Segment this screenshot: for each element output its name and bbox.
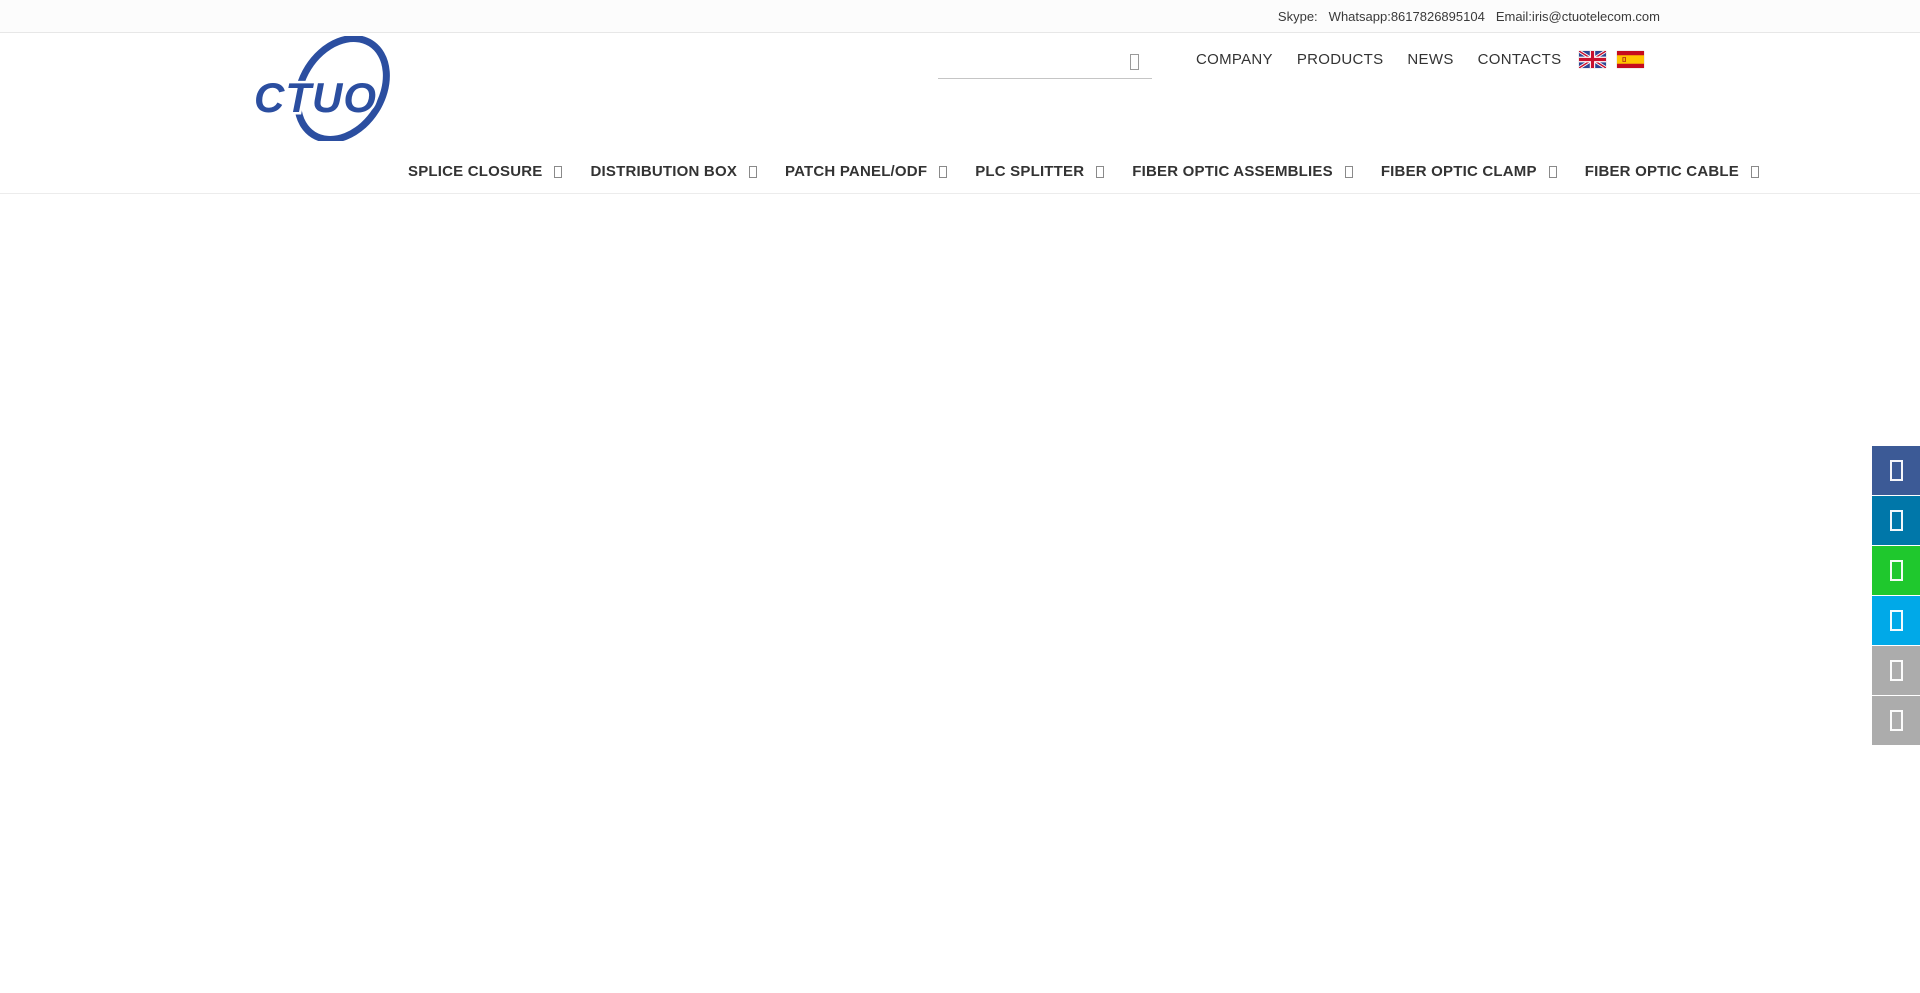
topbar-contact-info: Skype: Whatsapp:8617826895104 Email:iris…: [1278, 0, 1660, 32]
page: Skype: Whatsapp:8617826895104 Email:iris…: [0, 0, 1920, 993]
english-uk-flag[interactable]: [1579, 51, 1606, 68]
search-box: [938, 48, 1152, 79]
social-button-linkedin[interactable]: [1872, 496, 1920, 545]
dropdown-arrow-icon: [1345, 166, 1353, 178]
skype-label: Skype:: [1278, 9, 1318, 24]
nav-item-patch-panel-odf[interactable]: PATCH PANEL/ODF: [785, 163, 947, 180]
ctuo-logo-graphic: CTUO: [252, 36, 402, 141]
header-link-company[interactable]: COMPANY: [1196, 51, 1273, 68]
linkedin-icon: [1890, 510, 1903, 531]
search-input[interactable]: [940, 50, 1118, 76]
dropdown-arrow-icon: [1549, 166, 1557, 178]
nav-item-distribution-box[interactable]: DISTRIBUTION BOX: [590, 163, 757, 180]
facebook-icon: [1890, 460, 1903, 481]
header-right: COMPANY PRODUCTS NEWS CONTACTS: [1196, 44, 1644, 74]
nav-item-fiber-optic-assemblies[interactable]: FIBER OPTIC ASSEMBLIES: [1132, 163, 1353, 180]
whatsapp-label: Whatsapp:8617826895104: [1329, 9, 1485, 24]
social-button-facebook[interactable]: [1872, 446, 1920, 495]
header: CTUO COMPANY PRODUCTS NEWS CONTACTS: [0, 33, 1920, 150]
spanish-flag[interactable]: [1617, 51, 1644, 68]
header-link-products[interactable]: PRODUCTS: [1297, 51, 1384, 68]
nav-item-fiber-optic-clamp[interactable]: FIBER OPTIC CLAMP: [1381, 163, 1557, 180]
main-navigation: SPLICE CLOSURE DISTRIBUTION BOX PATCH PA…: [0, 150, 1920, 194]
dropdown-arrow-icon: [554, 166, 562, 178]
nav-item-fiber-optic-cable[interactable]: FIBER OPTIC CABLE: [1585, 163, 1759, 180]
header-link-contacts[interactable]: CONTACTS: [1478, 51, 1562, 68]
dropdown-arrow-icon: [749, 166, 757, 178]
topbar-contact-bar: Skype: Whatsapp:8617826895104 Email:iris…: [0, 0, 1920, 33]
social-button-gray-1[interactable]: [1872, 646, 1920, 695]
dropdown-arrow-icon: [939, 166, 947, 178]
page-content: [0, 194, 1920, 993]
social-sidebar: [1872, 446, 1920, 746]
social-button-gray-2[interactable]: [1872, 696, 1920, 745]
header-link-news[interactable]: NEWS: [1407, 51, 1453, 68]
skype-icon: [1890, 610, 1903, 631]
dropdown-arrow-icon: [1751, 166, 1759, 178]
main-navigation-items: SPLICE CLOSURE DISTRIBUTION BOX PATCH PA…: [408, 150, 1759, 193]
header-links: COMPANY PRODUCTS NEWS CONTACTS: [1196, 51, 1561, 68]
dropdown-arrow-icon: [1096, 166, 1104, 178]
whatsapp-icon: [1890, 560, 1903, 581]
social-button-whatsapp[interactable]: [1872, 546, 1920, 595]
share-icon: [1890, 710, 1903, 731]
nav-item-splice-closure[interactable]: SPLICE CLOSURE: [408, 163, 562, 180]
search-icon[interactable]: [1130, 54, 1139, 70]
language-switcher: [1579, 51, 1644, 68]
social-button-skype[interactable]: [1872, 596, 1920, 645]
share-icon: [1890, 660, 1903, 681]
company-logo[interactable]: CTUO: [252, 36, 402, 141]
nav-item-plc-splitter[interactable]: PLC SPLITTER: [975, 163, 1104, 180]
email-label: Email:iris@ctuotelecom.com: [1496, 9, 1660, 24]
logo-text: CTUO: [254, 74, 377, 121]
